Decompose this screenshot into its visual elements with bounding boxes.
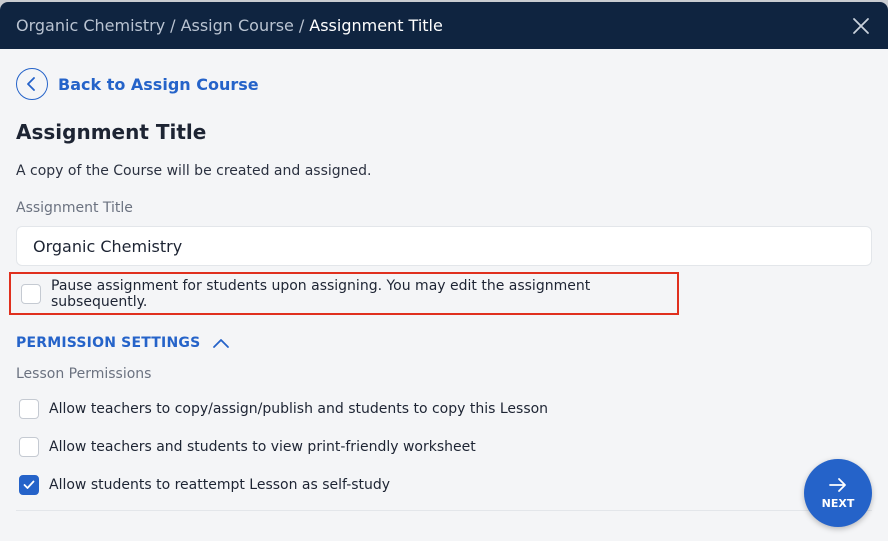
breadcrumb-separator: / <box>298 16 305 35</box>
back-to-assign-course-link[interactable]: Back to Assign Course <box>16 68 259 100</box>
breadcrumb-current: Assignment Title <box>309 16 443 35</box>
back-button-circle[interactable] <box>16 68 48 100</box>
permission-row-reattempt: Allow students to reattempt Lesson as se… <box>19 475 390 495</box>
checkmark-icon <box>23 480 35 489</box>
next-button[interactable]: NEXT <box>804 459 872 527</box>
breadcrumb-course[interactable]: Organic Chemistry <box>16 16 165 35</box>
permission-reattempt-label[interactable]: Allow students to reattempt Lesson as se… <box>49 477 390 493</box>
permission-reattempt-checkbox[interactable] <box>19 475 39 495</box>
assign-modal: Organic Chemistry / Assign Course / Assignme… <box>0 2 888 541</box>
breadcrumb-assign-course[interactable]: Assign Course <box>181 16 294 35</box>
permission-print-worksheet-checkbox[interactable] <box>19 437 39 457</box>
assignment-title-input[interactable] <box>16 226 872 266</box>
page-title: Assignment Title <box>16 120 207 144</box>
breadcrumb: Organic Chemistry / Assign Course / Assignme… <box>16 16 443 35</box>
pause-assignment-label[interactable]: Pause assignment for students upon assig… <box>51 278 677 310</box>
pause-assignment-checkbox[interactable] <box>21 283 41 304</box>
assignment-title-label: Assignment Title <box>16 200 133 216</box>
close-icon <box>853 18 869 34</box>
permission-row-print-worksheet: Allow teachers and students to view prin… <box>19 437 476 457</box>
breadcrumb-separator: / <box>170 16 176 35</box>
close-button[interactable] <box>852 17 870 35</box>
arrow-right-icon <box>829 477 846 492</box>
lesson-permissions-label: Lesson Permissions <box>16 366 152 382</box>
divider <box>16 510 872 511</box>
permission-row-copy-assign: Allow teachers to copy/assign/publish an… <box>19 399 548 419</box>
permission-settings-title[interactable]: PERMISSION SETTINGS <box>16 335 200 351</box>
chevron-up-icon[interactable] <box>212 338 230 349</box>
pause-assignment-option: Pause assignment for students upon assig… <box>9 272 679 315</box>
back-link-label[interactable]: Back to Assign Course <box>58 75 259 94</box>
next-button-label[interactable]: NEXT <box>822 497 855 510</box>
permission-copy-assign-label[interactable]: Allow teachers to copy/assign/publish an… <box>49 401 548 417</box>
page-description: A copy of the Course will be created and… <box>16 163 372 179</box>
permission-print-worksheet-label[interactable]: Allow teachers and students to view prin… <box>49 439 476 455</box>
permission-settings-toggle[interactable]: PERMISSION SETTINGS <box>16 335 230 351</box>
permission-copy-assign-checkbox[interactable] <box>19 399 39 419</box>
chevron-left-icon <box>27 77 35 91</box>
modal-header: Organic Chemistry / Assign Course / Assignme… <box>0 2 888 49</box>
